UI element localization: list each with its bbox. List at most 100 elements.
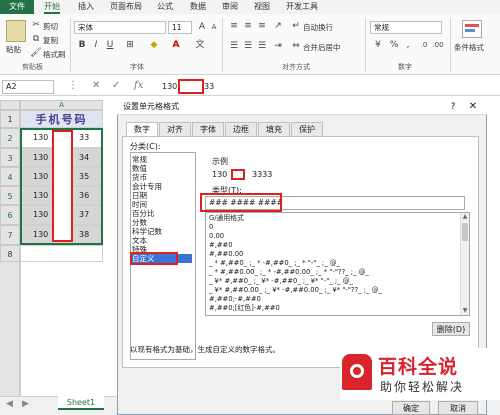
- category-item[interactable]: 科学记数: [132, 227, 192, 236]
- category-item[interactable]: 货币: [132, 173, 192, 182]
- formula-content-prefix[interactable]: 130: [162, 80, 177, 93]
- comma-icon[interactable]: ,: [402, 39, 414, 51]
- insert-function-icon[interactable]: fx: [134, 80, 143, 91]
- tab-page-layout[interactable]: 页面布局: [110, 0, 142, 14]
- help-icon[interactable]: ?: [446, 100, 460, 114]
- format-item[interactable]: _ ¥* #,##0_ ;_ ¥* -#,##0_ ;_ ¥* "-"_ ;_ …: [209, 277, 459, 285]
- font-color-icon[interactable]: A: [170, 39, 182, 51]
- row-header[interactable]: 8: [0, 245, 20, 262]
- font-name-select[interactable]: 宋体: [74, 21, 166, 34]
- sheet-nav-right-icon[interactable]: ▶: [22, 399, 29, 409]
- tab-protection[interactable]: 保护: [291, 122, 323, 136]
- border-icon[interactable]: ⊞: [124, 39, 136, 51]
- cell-a1[interactable]: 手机号码: [20, 110, 103, 128]
- bold-icon[interactable]: B: [76, 39, 88, 51]
- format-item[interactable]: _ * #,##0_ ;_ * -#,##0_ ;_ * "-"_ ;_ @_: [209, 259, 459, 267]
- tab-insert[interactable]: 插入: [78, 0, 94, 14]
- category-item[interactable]: 百分比: [132, 209, 192, 218]
- category-item[interactable]: 日期: [132, 191, 192, 200]
- align-center-icon[interactable]: ☰: [242, 40, 254, 52]
- align-middle-icon[interactable]: ≡: [242, 20, 254, 32]
- name-box[interactable]: A2: [2, 80, 54, 94]
- format-item[interactable]: _ ¥* #,##0.00_ ;_ ¥* -#,##0.00_ ;_ ¥* "-…: [209, 286, 459, 294]
- category-item[interactable]: 文本: [132, 236, 192, 245]
- font-size-select[interactable]: 11: [168, 21, 192, 34]
- format-item[interactable]: #,##0: [209, 241, 459, 249]
- format-item[interactable]: 0.00: [209, 232, 459, 240]
- currency-icon[interactable]: ¥: [372, 39, 384, 51]
- tab-number[interactable]: 数字: [126, 122, 158, 137]
- align-left-icon[interactable]: ☰: [228, 40, 240, 52]
- percent-icon[interactable]: %: [388, 39, 400, 51]
- cancel-button[interactable]: 取消: [438, 401, 478, 415]
- copy-button[interactable]: 复制: [43, 35, 58, 46]
- format-item[interactable]: #,##0;-#,##0: [209, 295, 459, 303]
- increase-font-icon[interactable]: A: [196, 21, 208, 33]
- scroll-down-icon[interactable]: ▼: [461, 307, 469, 315]
- conditional-format-button[interactable]: 条件格式: [454, 42, 484, 53]
- cancel-entry-icon[interactable]: ✕: [92, 80, 100, 91]
- paste-button[interactable]: 粘贴: [6, 44, 21, 55]
- ok-button[interactable]: 确定: [392, 401, 430, 415]
- category-item[interactable]: 会计专用: [132, 182, 192, 191]
- select-all-corner[interactable]: [0, 100, 20, 110]
- sheet-nav-left-icon[interactable]: ◀: [6, 399, 13, 409]
- merge-center-button[interactable]: 合并后居中: [303, 42, 341, 53]
- format-item[interactable]: 0: [209, 223, 459, 231]
- italic-icon[interactable]: I: [90, 39, 102, 51]
- paste-icon[interactable]: [6, 20, 26, 42]
- row-header[interactable]: 2: [0, 128, 20, 148]
- row-header[interactable]: 3: [0, 148, 20, 167]
- number-format-select[interactable]: 常规: [370, 21, 442, 34]
- category-item[interactable]: 分数: [132, 218, 192, 227]
- format-item[interactable]: _ * #,##0.00_ ;_ * -#,##0.00_ ;_ * "-"??…: [209, 268, 459, 276]
- tab-font[interactable]: 字体: [192, 122, 224, 136]
- cut-button[interactable]: 剪切: [43, 21, 58, 32]
- empty-grid-area[interactable]: [20, 262, 117, 396]
- format-item[interactable]: G/通用格式: [209, 214, 459, 222]
- fill-color-icon[interactable]: ◆: [148, 39, 160, 51]
- decrease-decimal-icon[interactable]: .00: [432, 39, 444, 51]
- tab-view[interactable]: 视图: [254, 0, 270, 14]
- scroll-up-icon[interactable]: ▲: [461, 213, 469, 221]
- wrap-text-button[interactable]: 自动换行: [303, 22, 333, 33]
- scroll-thumb[interactable]: [462, 223, 468, 241]
- formula-content-suffix[interactable]: 33: [204, 80, 214, 93]
- category-item[interactable]: 时间: [132, 200, 192, 209]
- format-painter-button[interactable]: 格式刷: [43, 49, 66, 60]
- category-item[interactable]: 常规: [132, 155, 192, 164]
- align-top-icon[interactable]: ≡: [228, 20, 240, 32]
- underline-icon[interactable]: U: [104, 39, 116, 51]
- sheet-tab-sheet1[interactable]: Sheet1: [58, 396, 104, 410]
- tab-home[interactable]: 开始: [44, 0, 60, 14]
- column-header-a[interactable]: A: [20, 100, 103, 110]
- row-header[interactable]: 4: [0, 167, 20, 186]
- decrease-font-icon[interactable]: A: [208, 21, 220, 33]
- tab-developer[interactable]: 开发工具: [286, 0, 318, 14]
- tab-review[interactable]: 审阅: [222, 0, 238, 14]
- orientation-icon[interactable]: ↗: [272, 20, 284, 32]
- align-bottom-icon[interactable]: ≡: [256, 20, 268, 32]
- cell-a8[interactable]: [20, 245, 103, 262]
- row-header[interactable]: 1: [0, 110, 20, 128]
- tab-formulas[interactable]: 公式: [157, 0, 173, 14]
- format-item[interactable]: #,##0;[红色]-#,##0: [209, 304, 459, 312]
- tab-file[interactable]: 文件: [0, 0, 34, 14]
- row-header[interactable]: 6: [0, 205, 20, 225]
- category-item[interactable]: 数值: [132, 164, 192, 173]
- format-list-scrollbar[interactable]: ▲ ▼: [460, 213, 469, 315]
- increase-decimal-icon[interactable]: .0: [418, 39, 430, 51]
- row-header[interactable]: 7: [0, 225, 20, 245]
- tab-alignment[interactable]: 对齐: [159, 122, 191, 136]
- delete-button[interactable]: 删除(D): [432, 322, 470, 336]
- close-icon[interactable]: ✕: [463, 100, 483, 114]
- tab-data[interactable]: 数据: [190, 0, 206, 14]
- tab-fill[interactable]: 填充: [258, 122, 290, 136]
- tab-border[interactable]: 边框: [225, 122, 257, 136]
- align-right-icon[interactable]: ☰: [256, 40, 268, 52]
- format-item[interactable]: #,##0.00: [209, 250, 459, 258]
- row-header[interactable]: 5: [0, 186, 20, 205]
- indent-icon[interactable]: ⇥: [272, 40, 284, 52]
- confirm-entry-icon[interactable]: ✓: [112, 80, 120, 91]
- phonetic-icon[interactable]: 文: [194, 39, 206, 51]
